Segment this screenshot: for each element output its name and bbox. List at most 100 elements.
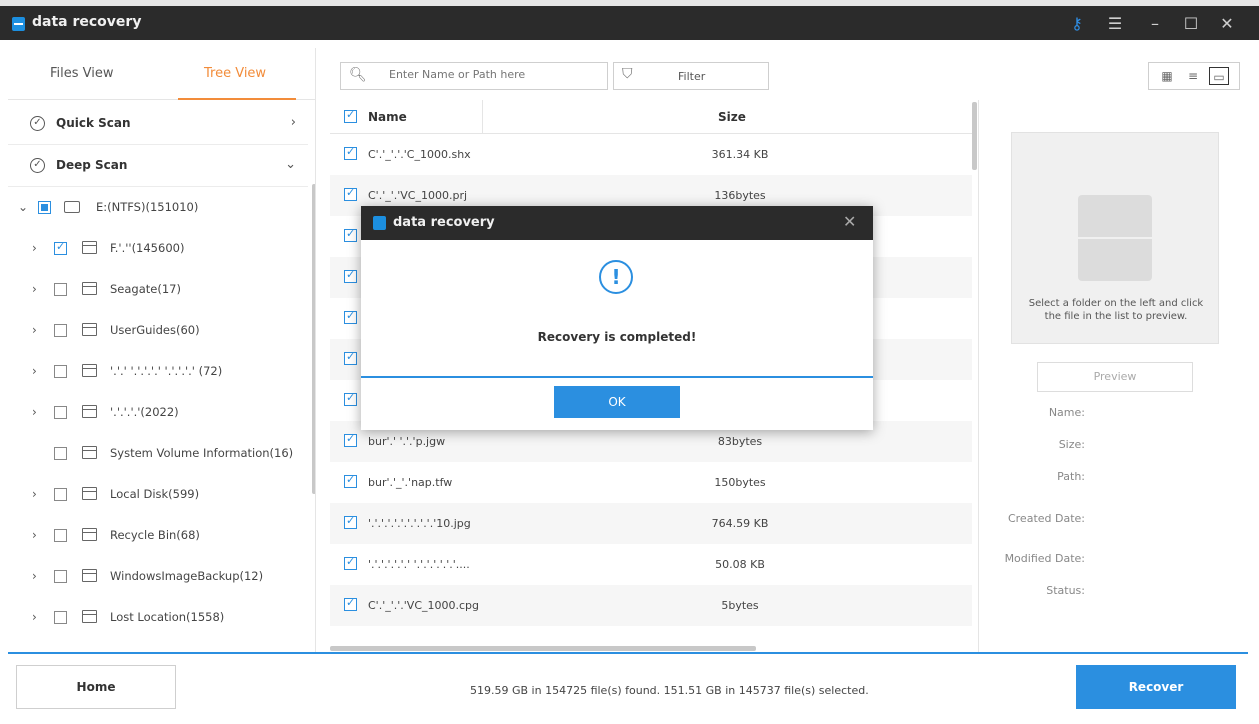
tree-checkbox[interactable]: [54, 283, 67, 296]
file-checkbox[interactable]: [344, 391, 357, 406]
list-view-icon[interactable]: ≡: [1183, 67, 1203, 85]
scan-status: 519.59 GB in 154725 file(s) found. 151.5…: [470, 684, 869, 697]
recovery-complete-dialog: data recovery ✕ ! Recovery is completed!…: [361, 206, 873, 430]
minimize-icon[interactable]: –: [1140, 12, 1170, 36]
tree-checkbox[interactable]: [54, 406, 67, 419]
tree-item[interactable]: › '.'.' '.'.'.'.' '.'.'.'.' (72): [8, 351, 308, 392]
chevron-right-icon[interactable]: ›: [32, 241, 37, 255]
preview-field-created-date: Created Date:: [1007, 512, 1085, 525]
file-size: 764.59 KB: [711, 517, 769, 530]
tree-item[interactable]: › UserGuides(60): [8, 310, 308, 351]
preview-view-icon[interactable]: ▭: [1209, 67, 1229, 85]
chevron-right-icon[interactable]: ›: [32, 405, 37, 419]
file-checkbox[interactable]: [344, 309, 357, 324]
deep-scan-label: Deep Scan: [56, 158, 128, 172]
file-name: C'.'_'.'VC_1000.prj: [368, 189, 468, 202]
chevron-right-icon[interactable]: ›: [32, 282, 37, 296]
file-checkbox[interactable]: [344, 432, 357, 447]
folder-icon: [82, 610, 97, 623]
tree-item[interactable]: › Seagate(17): [8, 269, 308, 310]
chevron-down-icon[interactable]: ⌄: [18, 200, 28, 214]
tree-item[interactable]: › F.'.''(145600): [8, 228, 308, 269]
file-row[interactable]: bur'.'_'.'nap.tfw 150bytes: [330, 462, 972, 503]
file-size: 5bytes: [721, 599, 759, 612]
file-checkbox[interactable]: [344, 186, 357, 201]
tree-checkbox[interactable]: [54, 611, 67, 624]
search-box[interactable]: 🔍︎: [340, 62, 608, 90]
file-row[interactable]: '.'.'.'.'.'.'.'.'.'.'10.jpg 764.59 KB: [330, 503, 972, 544]
preview-field-name: Name:: [1048, 406, 1085, 419]
filter-button[interactable]: ⛉ Filter: [613, 62, 769, 90]
tree-checkbox[interactable]: [38, 201, 51, 214]
tree-checkbox[interactable]: [54, 447, 67, 460]
file-checkbox[interactable]: [344, 555, 357, 570]
tree-checkbox[interactable]: [54, 365, 67, 378]
tree-checkbox[interactable]: [54, 240, 67, 255]
file-checkbox[interactable]: [344, 596, 357, 611]
tab-tree-view[interactable]: Tree View: [204, 66, 266, 81]
file-size: 50.08 KB: [715, 558, 765, 571]
tree-checkbox[interactable]: [54, 529, 67, 542]
file-size: 83bytes: [717, 435, 763, 448]
tree-item-label: Local Disk(599): [110, 487, 200, 501]
file-list-horizontal-scrollbar[interactable]: [330, 646, 756, 651]
deep-scan-row[interactable]: ✓ Deep Scan ⌄: [8, 145, 308, 187]
column-header-name[interactable]: Name: [368, 110, 407, 124]
tree-item-label: Lost Location(1558): [110, 610, 225, 624]
tree-item[interactable]: › Local Disk(599): [8, 474, 308, 515]
chevron-right-icon[interactable]: ›: [291, 115, 296, 130]
search-input[interactable]: [389, 68, 589, 81]
maximize-icon[interactable]: ☐: [1176, 12, 1206, 36]
chevron-right-icon[interactable]: ›: [32, 569, 37, 583]
tree-item[interactable]: › '.'.'.'.'(2022): [8, 392, 308, 433]
tree-checkbox[interactable]: [54, 488, 67, 501]
chevron-right-icon[interactable]: ›: [32, 364, 37, 378]
tree-item[interactable]: System Volume Information(16): [8, 433, 308, 474]
quick-scan-row[interactable]: ✓ Quick Scan ›: [8, 103, 308, 145]
file-name: C'.'_'.'.'C_1000.shx: [368, 148, 471, 161]
ok-button[interactable]: OK: [554, 386, 680, 418]
close-icon[interactable]: ✕: [1212, 12, 1242, 36]
menu-icon[interactable]: ☰: [1100, 12, 1130, 36]
tree-item-label: '.'.'.'.'(2022): [110, 405, 179, 419]
tab-files-view[interactable]: Files View: [50, 66, 114, 81]
key-icon[interactable]: ⚷: [1062, 12, 1092, 36]
tree-item[interactable]: › WindowsImageBackup(12): [8, 556, 308, 597]
tree-item-label: UserGuides(60): [110, 323, 200, 337]
tree-item[interactable]: › Recycle Bin(68): [8, 515, 308, 556]
file-name: bur'.'_'.'nap.tfw: [368, 476, 453, 489]
file-checkbox[interactable]: [344, 268, 357, 283]
recover-button[interactable]: Recover: [1076, 665, 1236, 709]
file-checkbox[interactable]: [344, 514, 357, 529]
file-row[interactable]: '.'.'.'.'.'.' '.'.'.'.'.'.'.... 50.08 KB: [330, 544, 972, 585]
close-icon[interactable]: ✕: [843, 212, 856, 231]
file-checkbox[interactable]: [344, 473, 357, 488]
search-icon[interactable]: 🔍︎: [349, 67, 367, 83]
home-button[interactable]: Home: [16, 665, 176, 709]
file-name: '.'.'.'.'.'.'.'.'.'.'10.jpg: [368, 517, 471, 530]
chevron-right-icon[interactable]: ›: [32, 487, 37, 501]
chevron-right-icon[interactable]: ›: [32, 528, 37, 542]
file-checkbox[interactable]: [344, 145, 357, 160]
preview-area: Select a folder on the left and click th…: [1011, 132, 1219, 344]
tree-item[interactable]: › Lost Location(1558): [8, 597, 308, 638]
tree-scrollbar[interactable]: [312, 184, 315, 494]
tree-checkbox[interactable]: [54, 324, 67, 337]
tree-item-label: Recycle Bin(68): [110, 528, 200, 542]
select-all-checkbox[interactable]: [344, 108, 357, 123]
tree-checkbox[interactable]: [54, 570, 67, 583]
preview-button[interactable]: Preview: [1037, 362, 1193, 392]
column-header-size[interactable]: Size: [718, 110, 746, 124]
file-list-scrollbar[interactable]: [972, 102, 977, 170]
chevron-right-icon[interactable]: ›: [32, 323, 37, 337]
file-row[interactable]: C'.'_'.'.'VC_1000.cpg 5bytes: [330, 585, 972, 626]
view-tabs: Files View Tree View: [8, 48, 315, 100]
app-logo-icon: [12, 17, 25, 31]
grid-view-icon[interactable]: ▦: [1157, 67, 1177, 85]
chevron-down-icon[interactable]: ⌄: [285, 157, 296, 172]
chevron-right-icon[interactable]: ›: [32, 610, 37, 624]
file-checkbox[interactable]: [344, 227, 357, 242]
file-checkbox[interactable]: [344, 350, 357, 365]
file-row[interactable]: C'.'_'.'.'C_1000.shx 361.34 KB: [330, 134, 972, 175]
tree-item-drive-e[interactable]: ⌄ E:(NTFS)(151010): [8, 187, 308, 228]
